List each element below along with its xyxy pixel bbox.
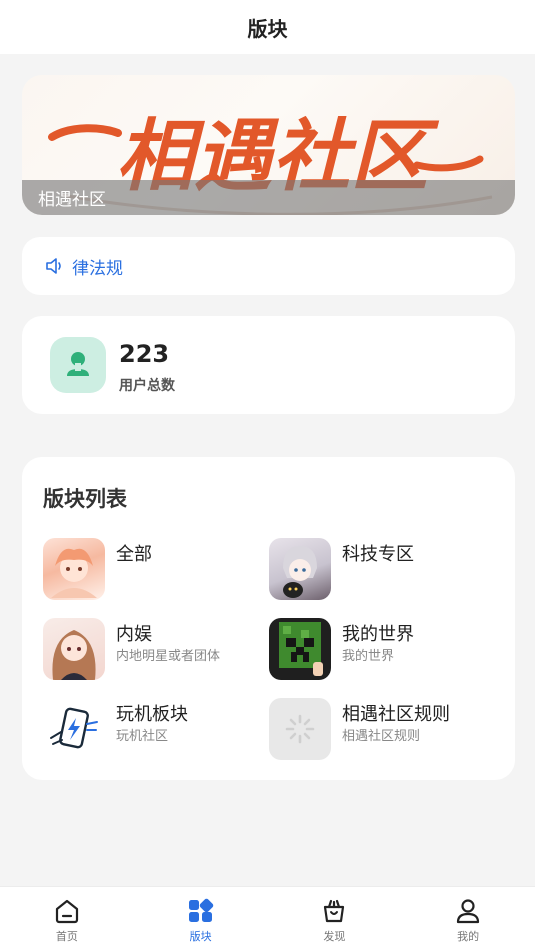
user-total-value: 223 — [119, 340, 170, 368]
board-name: 我的世界 — [342, 624, 414, 645]
board-item-phone[interactable]: 玩机板块 玩机社区 — [43, 698, 263, 760]
board-item-tech[interactable]: 科技专区 — [269, 538, 489, 600]
tab-me[interactable]: 我的 — [401, 887, 535, 951]
board-thumbnail — [269, 618, 331, 680]
board-item-rules[interactable]: 相遇社区规则 相遇社区规则 — [269, 698, 489, 760]
anime-girl-image — [51, 548, 97, 598]
top-bar: 版块 — [0, 0, 535, 54]
board-thumbnail — [269, 538, 331, 600]
stats-card: 223 用户总数 — [22, 316, 515, 414]
blocks-icon — [188, 898, 213, 922]
board-thumbnail — [43, 618, 105, 680]
board-thumbnail — [269, 698, 331, 760]
anime-girl-image — [52, 630, 96, 680]
phone-repair-icon — [50, 707, 98, 749]
banner-caption: 相遇社区 — [38, 190, 106, 210]
board-description: 玩机社区 — [116, 729, 169, 744]
board-thumbnail — [43, 698, 105, 760]
speaker-icon — [46, 258, 61, 274]
page-title: 版块 — [247, 16, 288, 41]
board-thumbnail — [43, 538, 105, 600]
board-description: 我的世界 — [342, 649, 395, 664]
tab-discover[interactable]: 发现 — [268, 887, 402, 951]
board-name: 玩机板块 — [116, 704, 188, 725]
user-icon — [67, 352, 89, 376]
loading-spinner-icon — [285, 714, 315, 744]
tab-label: 发现 — [323, 930, 346, 943]
home-icon — [55, 899, 78, 924]
tab-label: 首页 — [55, 930, 78, 943]
tab-label: 版块 — [189, 930, 212, 943]
community-banner[interactable]: 相遇社区 相遇社区 — [22, 75, 515, 215]
user-total-icon-box — [50, 337, 106, 393]
notice-text: 律法规 — [72, 258, 123, 279]
banner-caption-bar: 相遇社区 — [22, 180, 515, 215]
board-name: 内娱 — [116, 624, 152, 645]
board-description: 内地明星或者团体 — [116, 649, 221, 664]
board-item-minecraft[interactable]: 我的世界 我的世界 — [269, 618, 489, 680]
board-name: 科技专区 — [342, 544, 414, 565]
creeper-image — [279, 622, 323, 676]
board-name: 相遇社区规则 — [342, 704, 450, 725]
board-list-card: 版块列表 全部 科技专区 内娱 内地明星或者团体 我的世界 我的世界 玩机板块 … — [22, 457, 515, 780]
board-list-title: 版块列表 — [43, 487, 127, 511]
bottom-tab-bar: 首页 版块 发现 我的 — [0, 886, 535, 951]
board-name: 全部 — [116, 544, 152, 565]
user-icon — [457, 899, 480, 924]
board-item-all[interactable]: 全部 — [43, 538, 263, 600]
anime-cat-image — [283, 546, 317, 598]
discover-bag-icon — [324, 899, 345, 923]
user-total-label: 用户总数 — [119, 378, 175, 394]
board-description: 相遇社区规则 — [342, 729, 421, 744]
tab-home[interactable]: 首页 — [0, 887, 134, 951]
notice-bar[interactable]: 律法规 — [22, 237, 515, 295]
tab-label: 我的 — [457, 930, 480, 943]
board-item-entertainment[interactable]: 内娱 内地明星或者团体 — [43, 618, 263, 680]
tab-boards[interactable]: 版块 — [134, 887, 268, 951]
